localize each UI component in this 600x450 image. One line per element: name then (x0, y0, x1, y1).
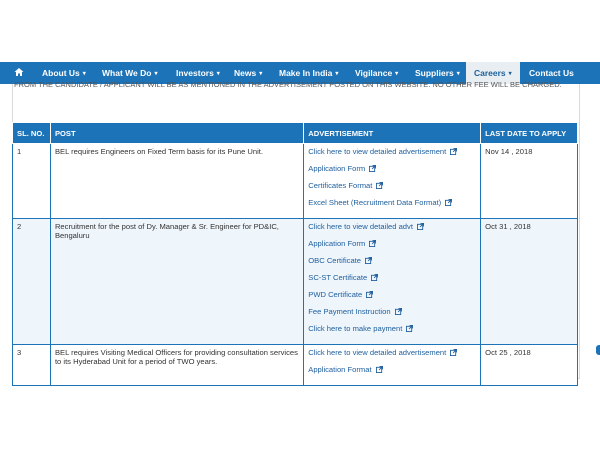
detailed-advertisement-link[interactable]: Click here to view detailed advertisemen… (308, 348, 476, 365)
link-label: Click here to view detailed advertisemen… (308, 348, 447, 357)
home-icon (14, 68, 24, 76)
link-label: SC-ST Certificate (308, 273, 368, 282)
chevron-down-icon: ▾ (335, 71, 339, 77)
chevron-down-icon: ▾ (154, 71, 158, 77)
external-link-icon (371, 274, 379, 281)
chevron-down-icon: ▾ (395, 71, 399, 77)
sl-cell: 1 (12, 143, 51, 219)
nav-label: About Us (42, 68, 80, 78)
make-payment-link[interactable]: Click here to make payment (308, 324, 476, 341)
external-link-icon (369, 165, 377, 172)
external-link-icon (394, 308, 402, 315)
chevron-down-icon: ▾ (259, 71, 263, 77)
chevron-down-icon: ▾ (82, 71, 86, 77)
application-form-link[interactable]: Application Form (308, 239, 476, 256)
excel-sheet-link[interactable]: Excel Sheet (Recruitment Data Format) (308, 198, 476, 215)
application-form-link[interactable]: Application Form (308, 164, 476, 181)
certificates-format-link[interactable]: Certificates Format (308, 181, 476, 198)
post-cell: BEL requires Visiting Medical Officers f… (49, 344, 305, 386)
nav-label: Careers (474, 68, 506, 78)
detailed-advertisement-link[interactable]: Click here to view detailed advertisemen… (308, 147, 476, 164)
link-label: OBC Certificate (308, 256, 361, 265)
link-label: PWD Certificate (308, 290, 363, 299)
external-link-icon (450, 148, 458, 155)
nav-label: Suppliers (415, 68, 454, 78)
external-link-icon (450, 349, 458, 356)
link-label: Application Format (308, 365, 372, 374)
link-label: Excel Sheet (Recruitment Data Format) (308, 198, 442, 207)
chevron-down-icon: ▾ (508, 71, 512, 77)
advertisement-cell: Click here to view detailed advertisemen… (303, 143, 482, 219)
table-row: 2 Recruitment for the post of Dy. Manage… (12, 218, 578, 345)
external-link-icon (375, 366, 383, 373)
obc-certificate-link[interactable]: OBC Certificate (308, 256, 476, 273)
link-label: Fee Payment Instruction (308, 307, 391, 316)
column-header-sl: SL. NO. (12, 122, 51, 144)
column-header-last-date: LAST DATE TO APPLY (480, 122, 578, 144)
detailed-advt-link[interactable]: Click here to view detailed advt (308, 222, 476, 239)
careers-table: SL. NO. POST ADVERTISEMENT LAST DATE TO … (12, 122, 578, 386)
nav-label: Vigilance (355, 68, 393, 78)
nav-label: Contact Us (529, 68, 574, 78)
external-link-icon (366, 291, 374, 298)
chevron-down-icon: ▾ (456, 71, 460, 77)
table-row: 1 BEL requires Engineers on Fixed Term b… (12, 143, 578, 219)
table-row: 3 BEL requires Visiting Medical Officers… (12, 344, 578, 386)
link-label: Certificates Format (308, 181, 373, 190)
post-cell: Recruitment for the post of Dy. Manager … (49, 218, 305, 345)
advertisement-cell: Click here to view detailed advertisemen… (303, 344, 482, 386)
nav-label: Make In India (279, 68, 333, 78)
sl-cell: 2 (12, 218, 51, 345)
external-link-icon (416, 223, 424, 230)
last-date-cell: Oct 31 , 2018 (480, 218, 578, 345)
scroll-to-top-tab[interactable] (596, 345, 600, 355)
external-link-icon (365, 257, 372, 264)
last-date-cell: Oct 25 , 2018 (480, 344, 578, 386)
fee-payment-instruction-link[interactable]: Fee Payment Instruction (308, 307, 476, 324)
external-link-icon (445, 199, 453, 206)
column-header-advertisement: ADVERTISEMENT (303, 122, 482, 144)
external-link-icon (376, 182, 384, 189)
sc-st-certificate-link[interactable]: SC-ST Certificate (308, 273, 476, 290)
application-format-link[interactable]: Application Format (308, 365, 476, 382)
post-cell: BEL requires Engineers on Fixed Term bas… (49, 143, 305, 219)
sl-cell: 3 (12, 344, 51, 386)
nav-label: What We Do (102, 68, 152, 78)
link-label: Click here to view detailed advertisemen… (308, 147, 447, 156)
nav-label: News (234, 68, 257, 78)
link-label: Click here to view detailed advt (308, 222, 413, 231)
table-header-row: SL. NO. POST ADVERTISEMENT LAST DATE TO … (12, 122, 578, 144)
link-label: Application Form (308, 239, 366, 248)
column-header-post: POST (49, 122, 305, 144)
pwd-certificate-link[interactable]: PWD Certificate (308, 290, 476, 307)
external-link-icon (406, 325, 414, 332)
last-date-cell: Nov 14 , 2018 (480, 143, 578, 219)
external-link-icon (369, 240, 377, 247)
nav-label: Investors (176, 68, 214, 78)
advertisement-cell: Click here to view detailed advt Applica… (303, 218, 482, 345)
link-label: Click here to make payment (308, 324, 403, 333)
chevron-down-icon: ▾ (216, 71, 220, 77)
link-label: Application Form (308, 164, 366, 173)
